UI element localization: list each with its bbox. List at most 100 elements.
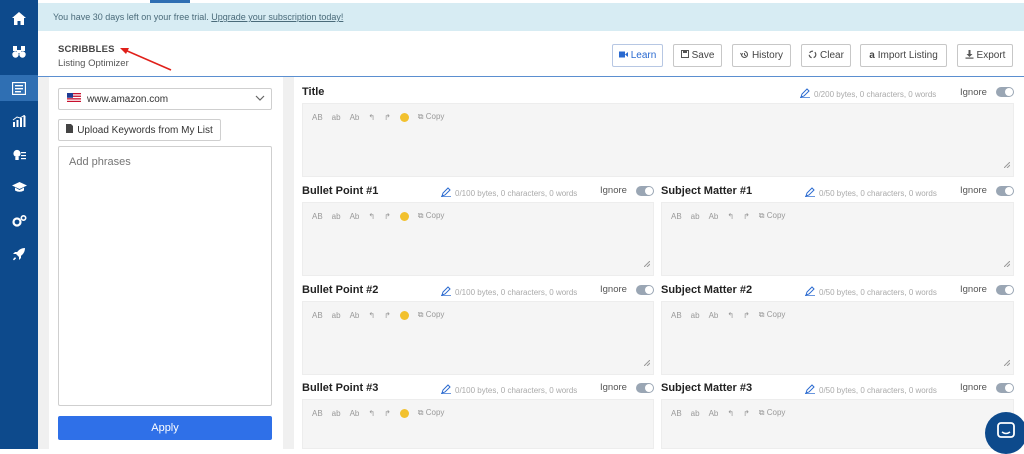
upload-keywords-label: Upload Keywords from My List (77, 124, 213, 136)
subject2-editor[interactable]: AB ab Ab ↰ ↱ ⧉ Copy (661, 301, 1014, 375)
subject2-field-label: Subject Matter #2 (661, 284, 753, 296)
titlecase-button[interactable]: Ab (709, 409, 719, 418)
redo-icon[interactable]: ↱ (384, 212, 391, 221)
pencil-icon[interactable] (441, 286, 451, 298)
copy-button[interactable]: ⧉ Copy (418, 211, 445, 221)
import-listing-button[interactable]: a Import Listing (860, 44, 947, 67)
emoji-icon[interactable] (399, 310, 409, 320)
subject1-ignore-toggle[interactable] (996, 186, 1014, 196)
redo-icon[interactable]: ↱ (384, 409, 391, 418)
sidebar-item-listing[interactable] (0, 75, 38, 101)
sidebar-item-ideas[interactable] (0, 142, 38, 168)
undo-icon[interactable]: ↰ (727, 409, 734, 418)
titlecase-button[interactable]: Ab (709, 212, 719, 221)
uppercase-button[interactable]: AB (312, 409, 323, 418)
undo-icon[interactable]: ↰ (368, 409, 375, 418)
uppercase-button[interactable]: AB (671, 212, 682, 221)
subject1-field-count: 0/50 bytes, 0 characters, 0 words (819, 188, 937, 198)
uppercase-button[interactable]: AB (312, 212, 323, 221)
subject3-editor[interactable]: AB ab Ab ↰ ↱ ⧉ Copy (661, 399, 1014, 449)
resize-grip-icon[interactable] (1003, 254, 1011, 272)
lowercase-button[interactable]: ab (332, 212, 341, 221)
lowercase-button[interactable]: ab (691, 212, 700, 221)
lowercase-button[interactable]: ab (691, 311, 700, 320)
sidebar-item-launch[interactable] (0, 241, 38, 267)
copy-button[interactable]: ⧉ Copy (759, 310, 786, 320)
copy-button[interactable]: ⧉ Copy (418, 112, 445, 122)
resize-grip-icon[interactable] (643, 353, 651, 371)
bullet2-editor[interactable]: AB ab Ab ↰ ↱ ⧉ Copy (302, 301, 654, 375)
titlecase-button[interactable]: Ab (709, 311, 719, 320)
lowercase-button[interactable]: ab (332, 113, 341, 122)
apply-button[interactable]: Apply (58, 416, 272, 440)
pencil-icon[interactable] (441, 384, 451, 396)
title-editor[interactable]: AB ab Ab ↰ ↱ ⧉ Copy (302, 103, 1014, 177)
lowercase-button[interactable]: ab (332, 409, 341, 418)
copy-button[interactable]: ⧉ Copy (418, 310, 445, 320)
resize-grip-icon[interactable] (1003, 353, 1011, 371)
bullet1-ignore-toggle[interactable] (636, 186, 654, 196)
bullet2-ignore-toggle[interactable] (636, 285, 654, 295)
copy-button[interactable]: ⧉ Copy (759, 408, 786, 418)
sidebar-item-tools[interactable] (0, 208, 38, 234)
pencil-icon[interactable] (441, 187, 451, 199)
title-field-header: Title (302, 84, 324, 100)
copy-button[interactable]: ⧉ Copy (759, 211, 786, 221)
bullet3-editor[interactable]: AB ab Ab ↰ ↱ ⧉ Copy (302, 399, 654, 449)
uppercase-button[interactable]: AB (312, 113, 323, 122)
sidebar-item-home[interactable] (0, 5, 38, 31)
redo-icon[interactable]: ↱ (743, 409, 750, 418)
undo-icon[interactable]: ↰ (727, 311, 734, 320)
redo-icon[interactable]: ↱ (743, 311, 750, 320)
undo-icon[interactable]: ↰ (368, 113, 375, 122)
titlecase-button[interactable]: Ab (350, 311, 360, 320)
history-button[interactable]: History (732, 44, 791, 67)
undo-icon[interactable]: ↰ (727, 212, 734, 221)
marketplace-select[interactable]: www.amazon.com (58, 88, 272, 110)
titlecase-button[interactable]: Ab (350, 212, 360, 221)
titlecase-button[interactable]: Ab (350, 113, 360, 122)
copy-button[interactable]: ⧉ Copy (418, 408, 445, 418)
pencil-icon[interactable] (800, 88, 810, 100)
lowercase-button[interactable]: ab (332, 311, 341, 320)
phrases-input[interactable] (58, 146, 272, 406)
emoji-icon[interactable] (399, 211, 409, 221)
uppercase-button[interactable]: AB (671, 409, 682, 418)
save-button[interactable]: Save (673, 44, 722, 67)
sidebar-item-analytics[interactable] (0, 108, 38, 134)
clear-button[interactable]: Clear (801, 44, 851, 67)
emoji-icon[interactable] (399, 112, 409, 122)
listing-icon (12, 81, 26, 95)
pencil-icon[interactable] (805, 187, 815, 199)
subject3-ignore-toggle[interactable] (996, 383, 1014, 393)
emoji-icon[interactable] (399, 408, 409, 418)
redo-icon[interactable]: ↱ (743, 212, 750, 221)
bullet2-field-header: Bullet Point #2 (302, 282, 378, 298)
resize-grip-icon[interactable] (1003, 155, 1011, 173)
chat-launcher-button[interactable] (985, 412, 1024, 454)
subject1-editor[interactable]: AB ab Ab ↰ ↱ ⧉ Copy (661, 202, 1014, 276)
sidebar-item-research[interactable] (0, 39, 38, 65)
export-button[interactable]: Export (957, 44, 1013, 67)
learn-button[interactable]: Learn (612, 44, 663, 67)
title-ignore-toggle[interactable] (996, 87, 1014, 97)
pencil-icon[interactable] (805, 286, 815, 298)
redo-icon[interactable]: ↱ (384, 311, 391, 320)
resize-grip-icon[interactable] (643, 254, 651, 272)
bullet1-editor[interactable]: AB ab Ab ↰ ↱ ⧉ Copy (302, 202, 654, 276)
titlecase-button[interactable]: Ab (350, 409, 360, 418)
sidebar-item-academy[interactable] (0, 174, 38, 200)
upgrade-link[interactable]: Upgrade your subscription today! (211, 12, 343, 22)
title-field-meta: 0/200 bytes, 0 characters, 0 words (800, 88, 936, 100)
lowercase-button[interactable]: ab (691, 409, 700, 418)
pencil-icon[interactable] (805, 384, 815, 396)
undo-icon[interactable]: ↰ (368, 212, 375, 221)
redo-icon[interactable]: ↱ (384, 113, 391, 122)
upload-keywords-button[interactable]: Upload Keywords from My List (58, 119, 221, 141)
uppercase-button[interactable]: AB (671, 311, 682, 320)
uppercase-button[interactable]: AB (312, 311, 323, 320)
bullet3-ignore-toggle[interactable] (636, 383, 654, 393)
bullet1-field-count: 0/100 bytes, 0 characters, 0 words (455, 188, 578, 198)
undo-icon[interactable]: ↰ (368, 311, 375, 320)
subject2-ignore-toggle[interactable] (996, 285, 1014, 295)
